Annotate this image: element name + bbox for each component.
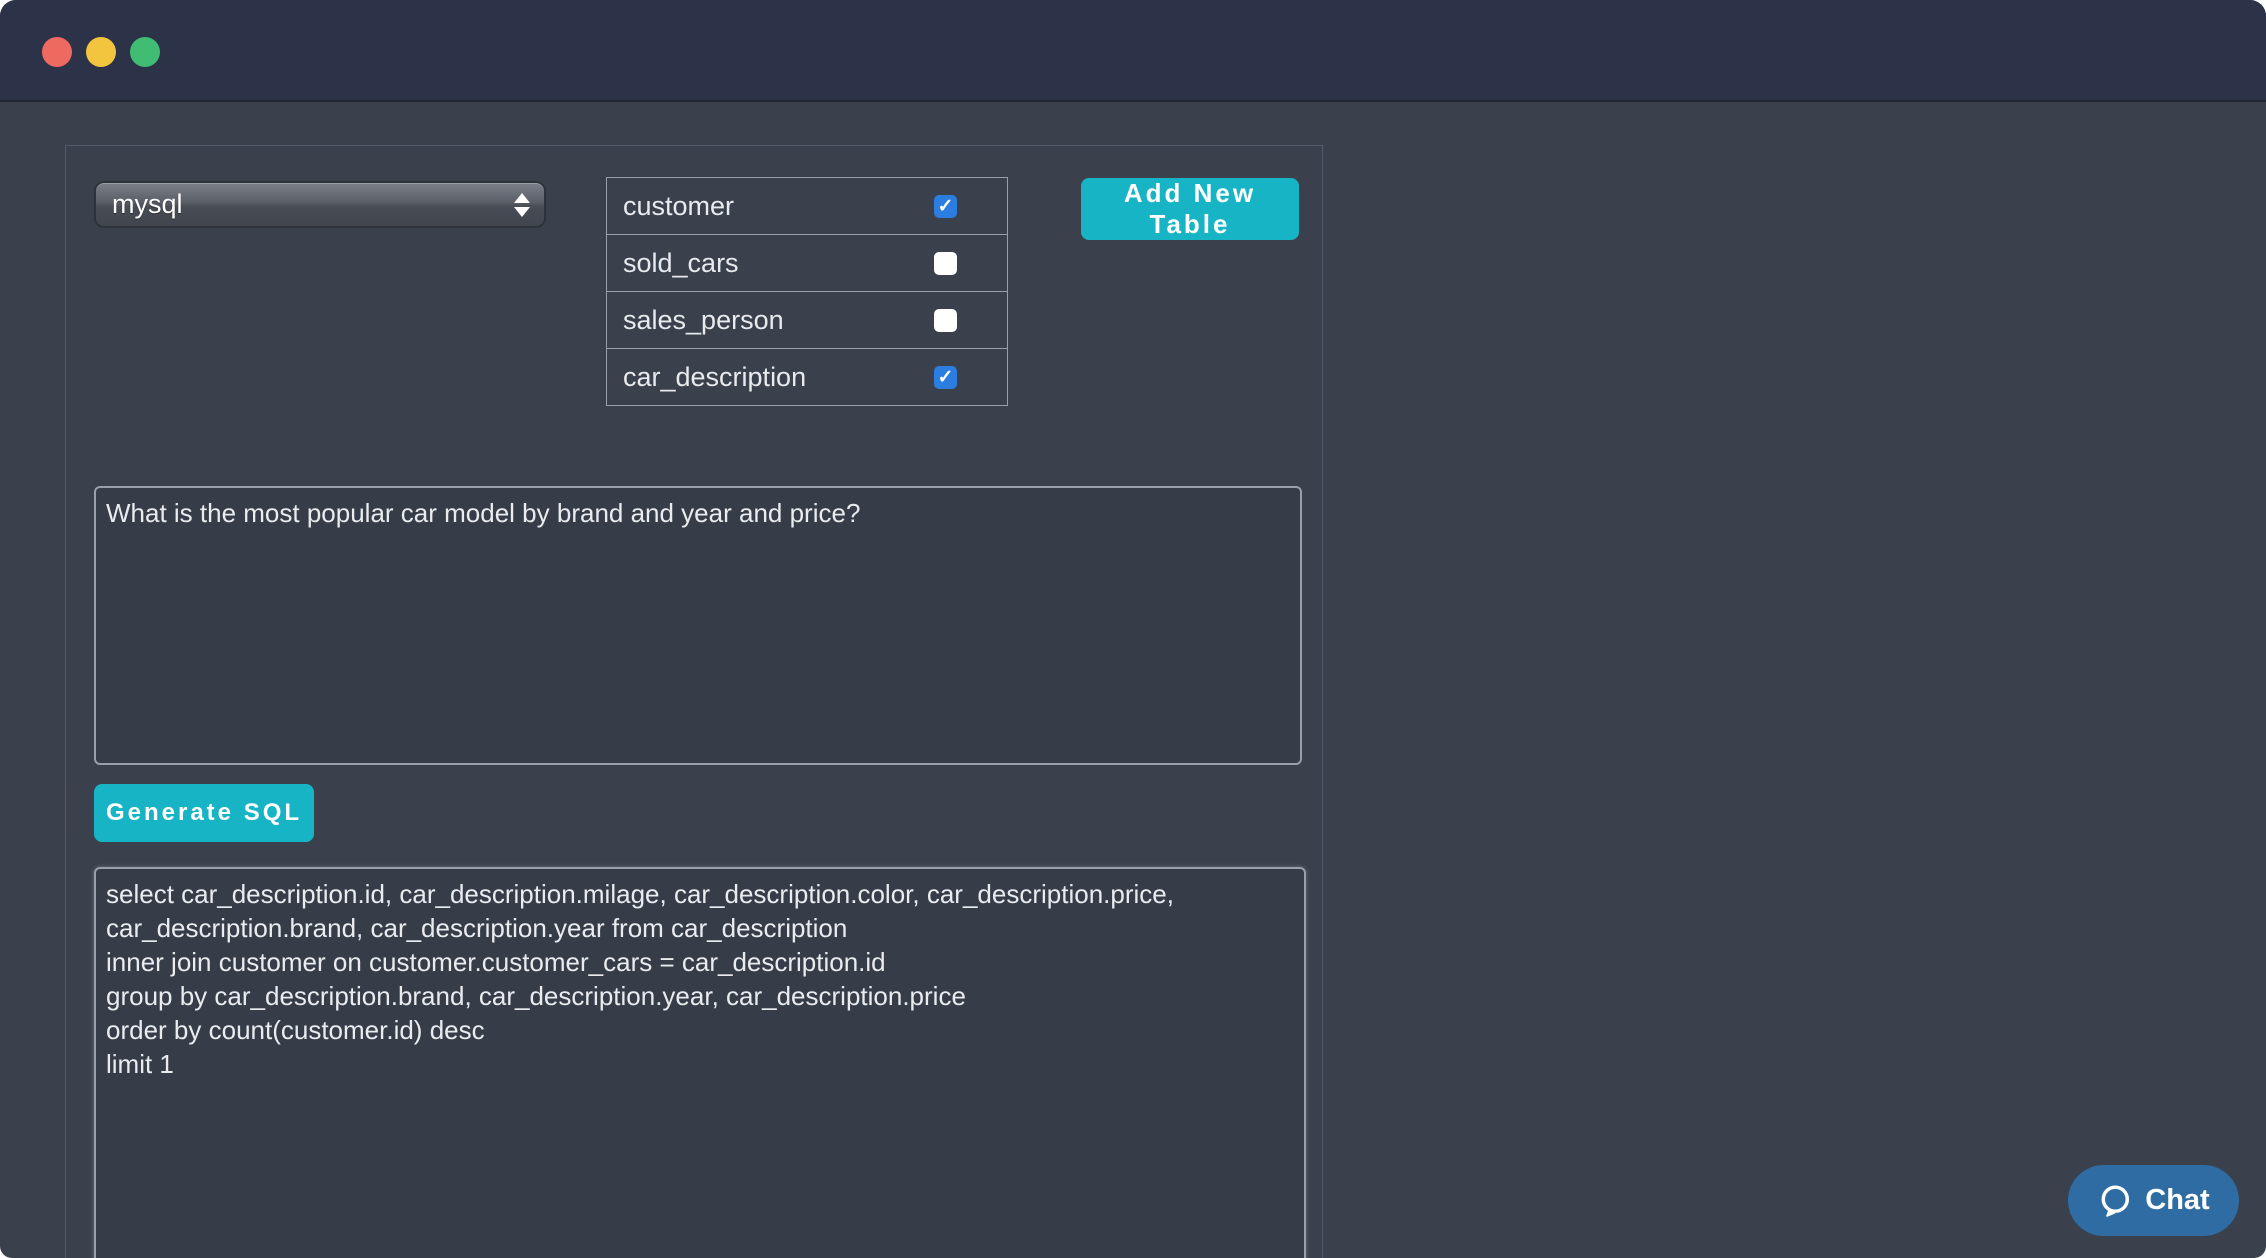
generate-sql-button[interactable]: Generate SQL	[94, 784, 314, 842]
app-window: mysql customer sold_cars sales_person ca…	[0, 0, 2266, 1258]
table-name: sold_cars	[623, 248, 739, 279]
table-checkbox[interactable]	[934, 195, 957, 218]
table-checkbox[interactable]	[934, 252, 957, 275]
table-name: customer	[623, 191, 734, 222]
database-select-value: mysql	[112, 189, 514, 220]
speech-bubble-icon	[2097, 1183, 2133, 1219]
chevron-down-icon	[514, 207, 530, 217]
question-input[interactable]: What is the most popular car model by br…	[94, 486, 1302, 765]
table-name: sales_person	[623, 305, 784, 336]
close-window-button[interactable]	[42, 37, 72, 67]
table-row-sold-cars: sold_cars	[607, 235, 1007, 292]
table-checkbox[interactable]	[934, 309, 957, 332]
select-stepper-icon	[514, 193, 530, 217]
add-new-table-button[interactable]: Add New Table	[1081, 178, 1299, 240]
window-titlebar	[0, 0, 2266, 102]
table-row-sales-person: sales_person	[607, 292, 1007, 349]
table-checkbox[interactable]	[934, 366, 957, 389]
chat-button[interactable]: Chat	[2068, 1165, 2239, 1236]
table-row-customer: customer	[607, 178, 1007, 235]
maximize-window-button[interactable]	[130, 37, 160, 67]
table-name: car_description	[623, 362, 806, 393]
screenshot-stage: mysql customer sold_cars sales_person ca…	[0, 0, 2266, 1258]
chevron-up-icon	[514, 193, 530, 203]
tables-list: customer sold_cars sales_person car_desc…	[606, 177, 1008, 406]
database-select[interactable]: mysql	[94, 181, 546, 228]
minimize-window-button[interactable]	[86, 37, 116, 67]
sql-output[interactable]: select car_description.id, car_descripti…	[94, 867, 1306, 1258]
chat-button-label: Chat	[2145, 1184, 2209, 1217]
table-row-car-description: car_description	[607, 349, 1007, 406]
